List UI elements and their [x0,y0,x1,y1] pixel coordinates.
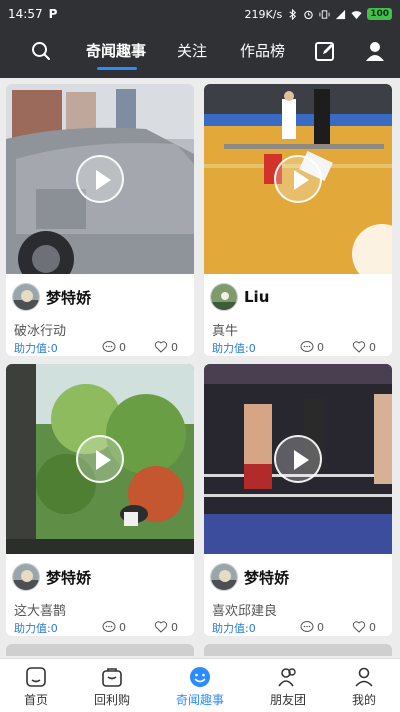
author-name[interactable]: 梦特娇 [46,567,91,588]
status-bar: 14:57 P 219K/s 100 [0,0,400,28]
avatar[interactable] [210,563,238,591]
like-button[interactable]: 0 [154,340,178,354]
comment-button[interactable]: 0 [300,620,324,634]
like-count: 0 [369,340,376,354]
tab-following[interactable]: 关注 [177,40,207,61]
help-value: 助力值:0 [212,622,256,635]
video-title: 这大喜鹊 [14,604,67,619]
comment-button[interactable]: 0 [300,340,324,354]
video-card[interactable]: Liu 真牛 助力值:0 0 0 [204,84,392,356]
tab-label: 奇闻趣事 [175,693,224,707]
signal-icon [336,9,346,19]
wifi-icon [351,10,362,19]
help-value: 助力值:0 [212,342,256,355]
vibrate-icon [319,9,330,19]
like-button[interactable]: 0 [154,620,178,634]
author-name[interactable]: 梦特娇 [46,287,91,308]
heart-icon [352,341,366,353]
tab-label: 首页 [23,693,48,707]
friends-icon [278,668,296,687]
bluetooth-icon [289,8,297,20]
avatar[interactable] [12,563,40,591]
heart-icon [154,341,168,353]
tab-friends[interactable]: 朋友团 [248,663,328,711]
play-icon[interactable] [76,435,124,483]
video-card-peek[interactable] [6,644,194,656]
smile-icon [190,667,210,687]
home-icon [26,667,46,687]
video-title: 真牛 [212,324,239,339]
heart-icon [154,621,168,633]
tab-featured[interactable]: 奇闻趣事 [86,40,146,61]
comment-button[interactable]: 0 [102,620,126,634]
shopping-bag-icon [102,668,122,687]
play-icon[interactable] [274,435,322,483]
like-count: 0 [171,340,178,354]
avatar[interactable] [210,283,238,311]
comment-count: 0 [119,620,126,634]
tab-stories[interactable]: 奇闻趣事 [160,663,240,711]
video-thumbnail[interactable] [6,84,194,274]
author-name[interactable]: Liu [244,288,269,306]
comment-icon [102,621,116,632]
battery-indicator: 100 [367,8,392,20]
like-button[interactable]: 0 [352,620,376,634]
video-card-peek[interactable] [204,644,392,656]
app-notification-icon: P [48,7,58,21]
play-icon[interactable] [274,155,322,203]
help-value: 助力值:0 [14,622,58,635]
bottom-tab-bar: 首页 回利购 奇闻趣事 朋友团 我的 [0,658,400,712]
play-icon[interactable] [76,155,124,203]
search-icon[interactable] [30,40,52,62]
user-icon[interactable] [364,40,386,62]
video-thumbnail[interactable] [204,84,392,274]
comment-icon [102,341,116,352]
tab-mine[interactable]: 我的 [324,663,400,711]
top-nav: 奇闻趣事 关注 作品榜 [0,28,400,78]
video-feed: 梦特娇 破冰行动 助力值:0 0 0 Liu 真牛 助力值:0 0 0 梦特娇 … [0,78,400,658]
alarm-icon [304,10,313,19]
active-tab-indicator [97,67,137,70]
video-card[interactable]: 梦特娇 破冰行动 助力值:0 0 0 [6,84,194,356]
comment-count: 0 [119,340,126,354]
like-button[interactable]: 0 [352,340,376,354]
video-card[interactable]: 梦特娇 这大喜鹊 助力值:0 0 0 [6,364,194,636]
tab-ranking[interactable]: 作品榜 [240,40,285,61]
help-value: 助力值:0 [14,342,58,355]
comment-button[interactable]: 0 [102,340,126,354]
avatar[interactable] [12,283,40,311]
comment-icon [300,621,314,632]
like-count: 0 [369,620,376,634]
video-thumbnail[interactable] [6,364,194,554]
comment-icon [300,341,314,352]
video-title: 破冰行动 [14,324,67,339]
video-card[interactable]: 梦特娇 喜欢邱建良 助力值:0 0 0 [204,364,392,636]
tab-home[interactable]: 首页 [0,663,76,711]
video-title: 喜欢邱建良 [212,604,278,619]
comment-count: 0 [317,340,324,354]
heart-icon [352,621,366,633]
tab-shop[interactable]: 回利购 [72,663,152,711]
profile-icon [355,667,373,687]
tab-label: 回利购 [93,693,130,707]
net-speed: 219K/s [244,7,283,21]
video-thumbnail[interactable] [204,364,392,554]
tab-label: 朋友团 [269,693,306,707]
tab-label: 我的 [351,693,376,707]
status-time: 14:57 [8,7,43,21]
edit-icon[interactable] [314,40,336,62]
like-count: 0 [171,620,178,634]
author-name[interactable]: 梦特娇 [244,567,289,588]
comment-count: 0 [317,620,324,634]
